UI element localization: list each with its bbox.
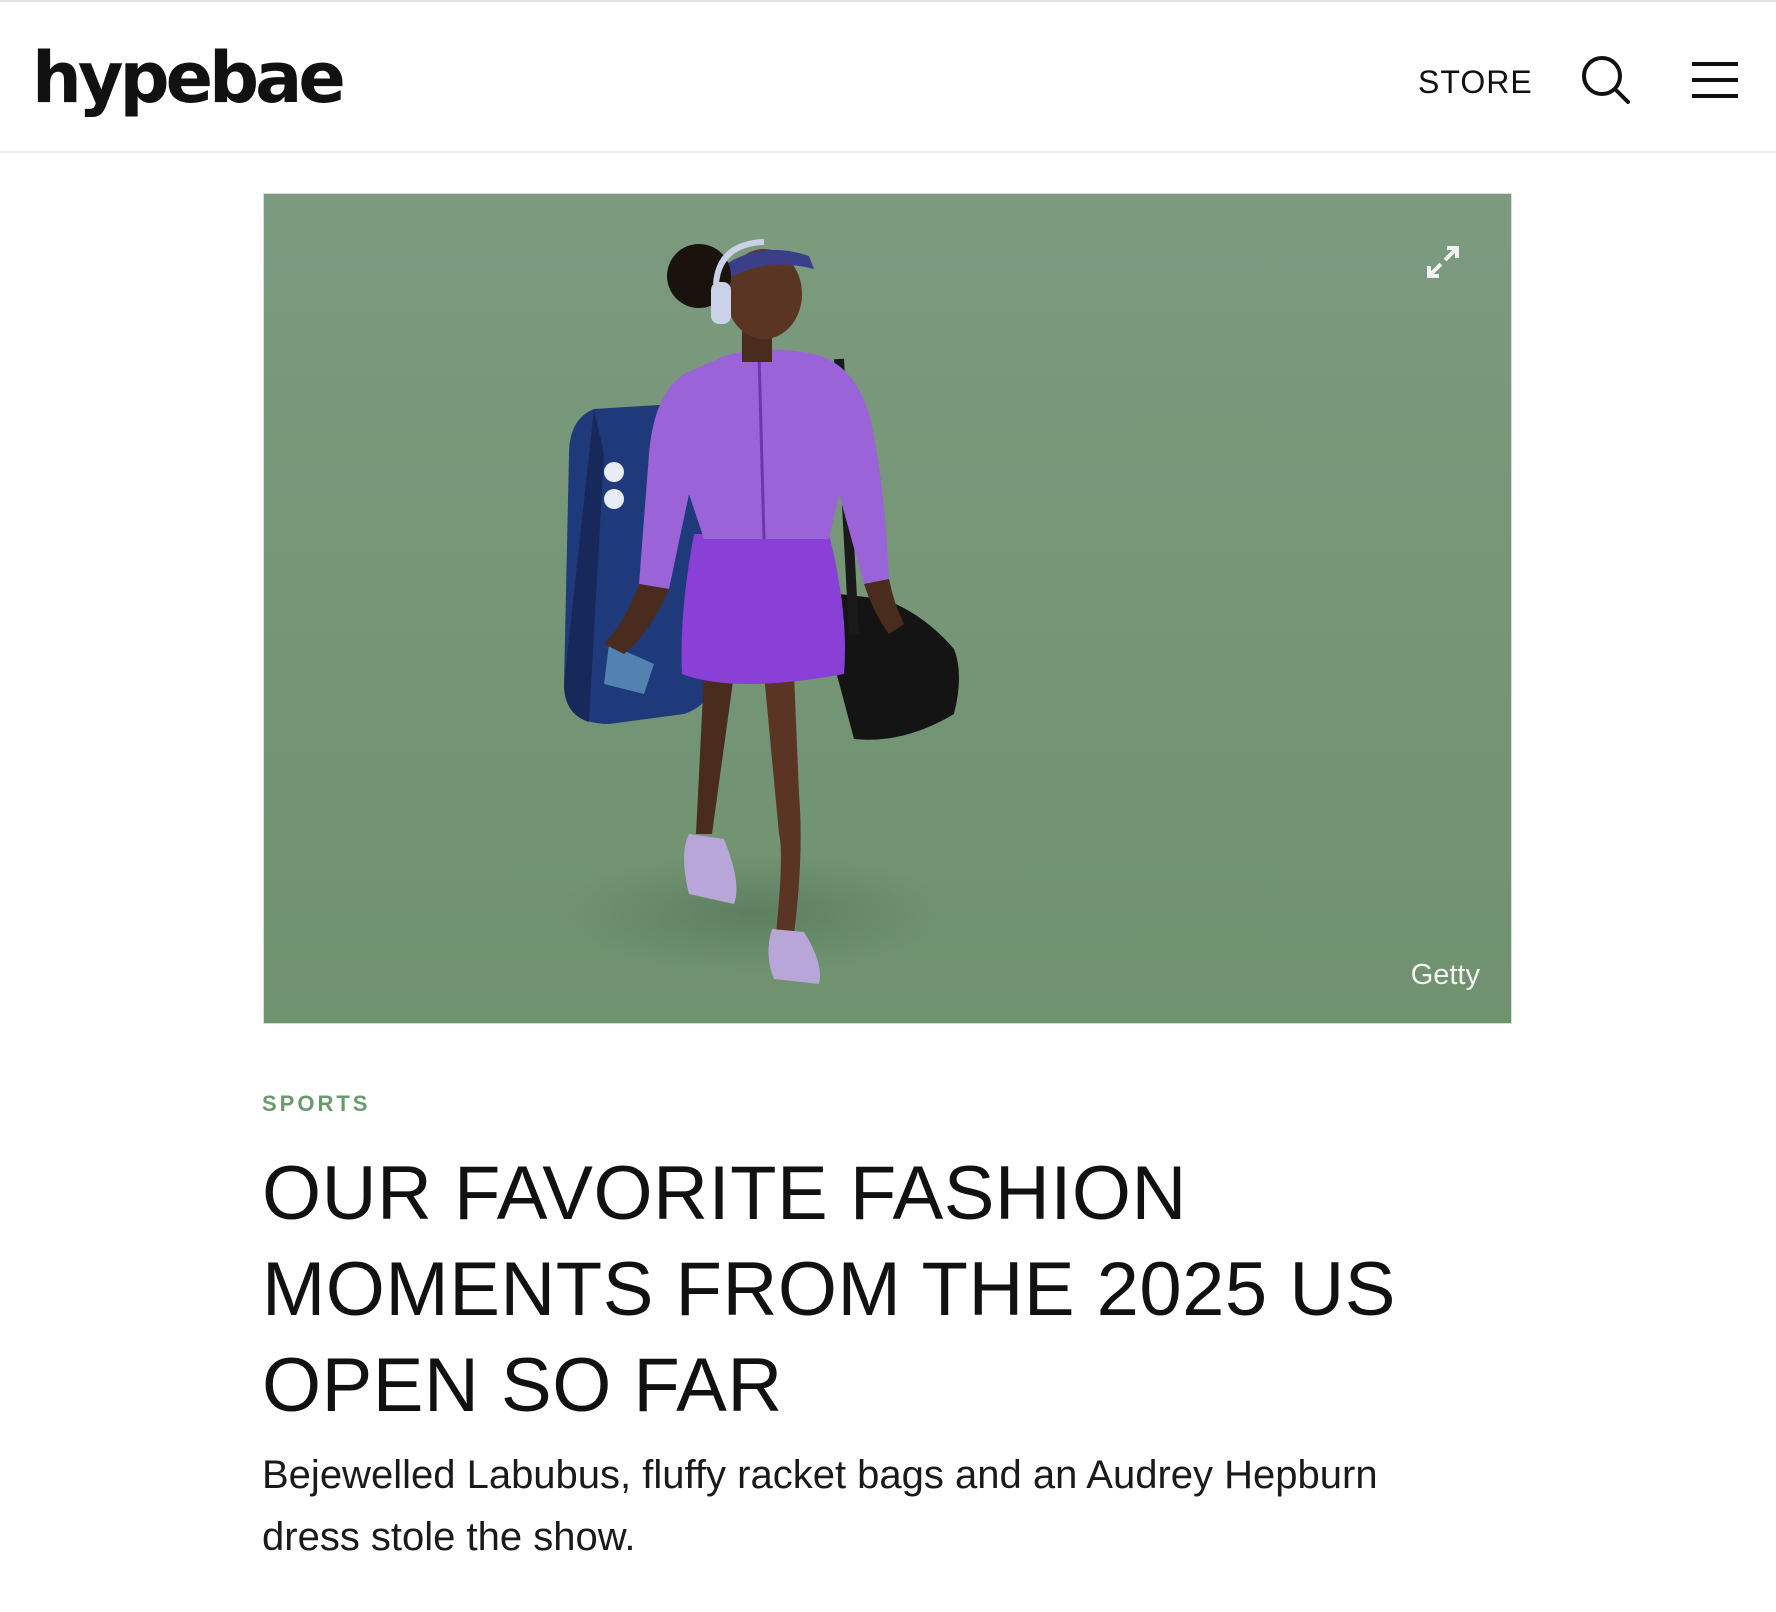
headline-line: OPEN SO FAR xyxy=(262,1343,783,1428)
subtitle-line: dress stole the show. xyxy=(262,1515,636,1559)
hamburger-menu-icon xyxy=(1692,62,1738,98)
search-button[interactable] xyxy=(1580,54,1632,106)
category-link[interactable]: SPORTS xyxy=(262,1090,370,1118)
headline-line: MOMENTS FROM THE 2025 US xyxy=(262,1247,1396,1332)
expand-icon[interactable] xyxy=(1423,242,1463,282)
menu-button[interactable] xyxy=(1690,58,1740,102)
site-header: hypebae STORE xyxy=(0,0,1776,153)
article-subtitle: Bejewelled Labubus, fluffy racket bags a… xyxy=(262,1444,1562,1568)
subtitle-line: Bejewelled Labubus, fluffy racket bags a… xyxy=(262,1453,1378,1497)
article-headline: OUR FAVORITE FASHION MOMENTS FROM THE 20… xyxy=(262,1146,1562,1434)
hero-image[interactable]: Getty xyxy=(263,193,1512,1024)
site-logo[interactable]: hypebae xyxy=(32,38,346,118)
store-link[interactable]: STORE xyxy=(1418,62,1533,102)
photo-credit: Getty xyxy=(1410,959,1480,991)
headline-line: OUR FAVORITE FASHION xyxy=(262,1151,1187,1236)
page: hypebae STORE Getty SPORTS OUR FAVORITE … xyxy=(0,0,1776,1612)
search-icon xyxy=(1582,56,1630,104)
hero-photo xyxy=(264,194,1511,1023)
